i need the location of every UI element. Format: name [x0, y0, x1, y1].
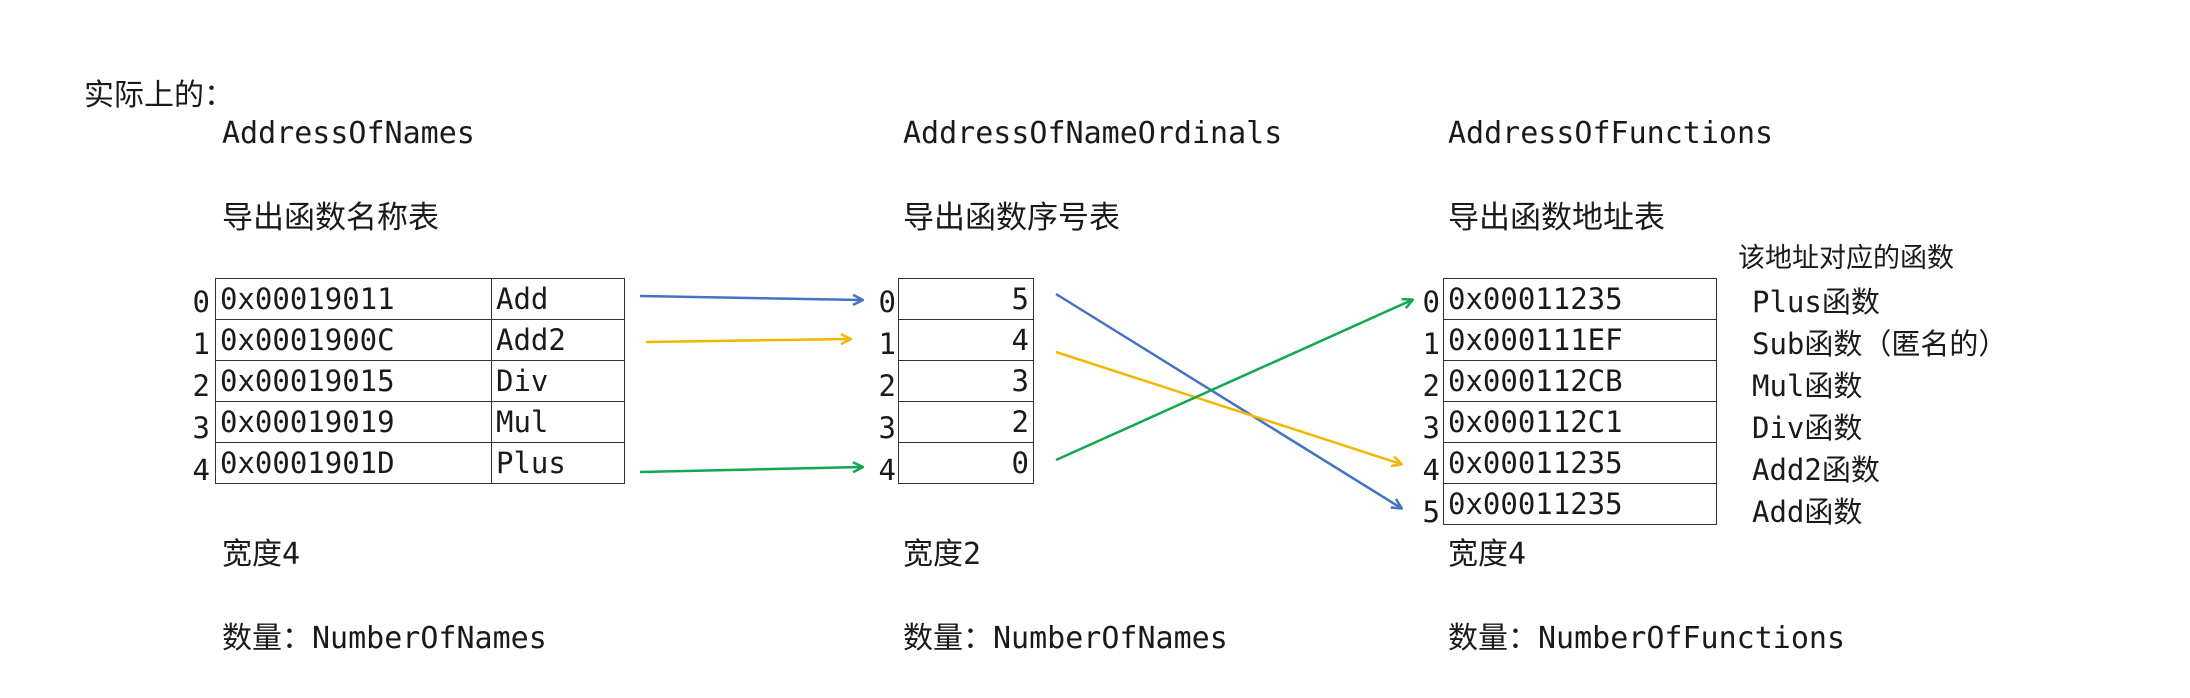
mapping-arrows — [639, 292, 2190, 698]
arrow-ordinal-0-to-function-0 — [1055, 300, 1412, 462]
arrow-add2-to-ordinal-1 — [645, 339, 850, 342]
arrow-ordinal-5-to-function-5 — [1055, 292, 1401, 508]
arrow-add-to-ordinal-0 — [639, 296, 862, 300]
arrow-ordinal-4-to-function-4 — [1055, 350, 1401, 464]
arrow-plus-to-ordinal-4 — [639, 467, 862, 474]
export-table-diagram: 实际上的： AddressOfNames 导出函数名称表 0 1 2 3 4 0… — [0, 0, 2190, 698]
